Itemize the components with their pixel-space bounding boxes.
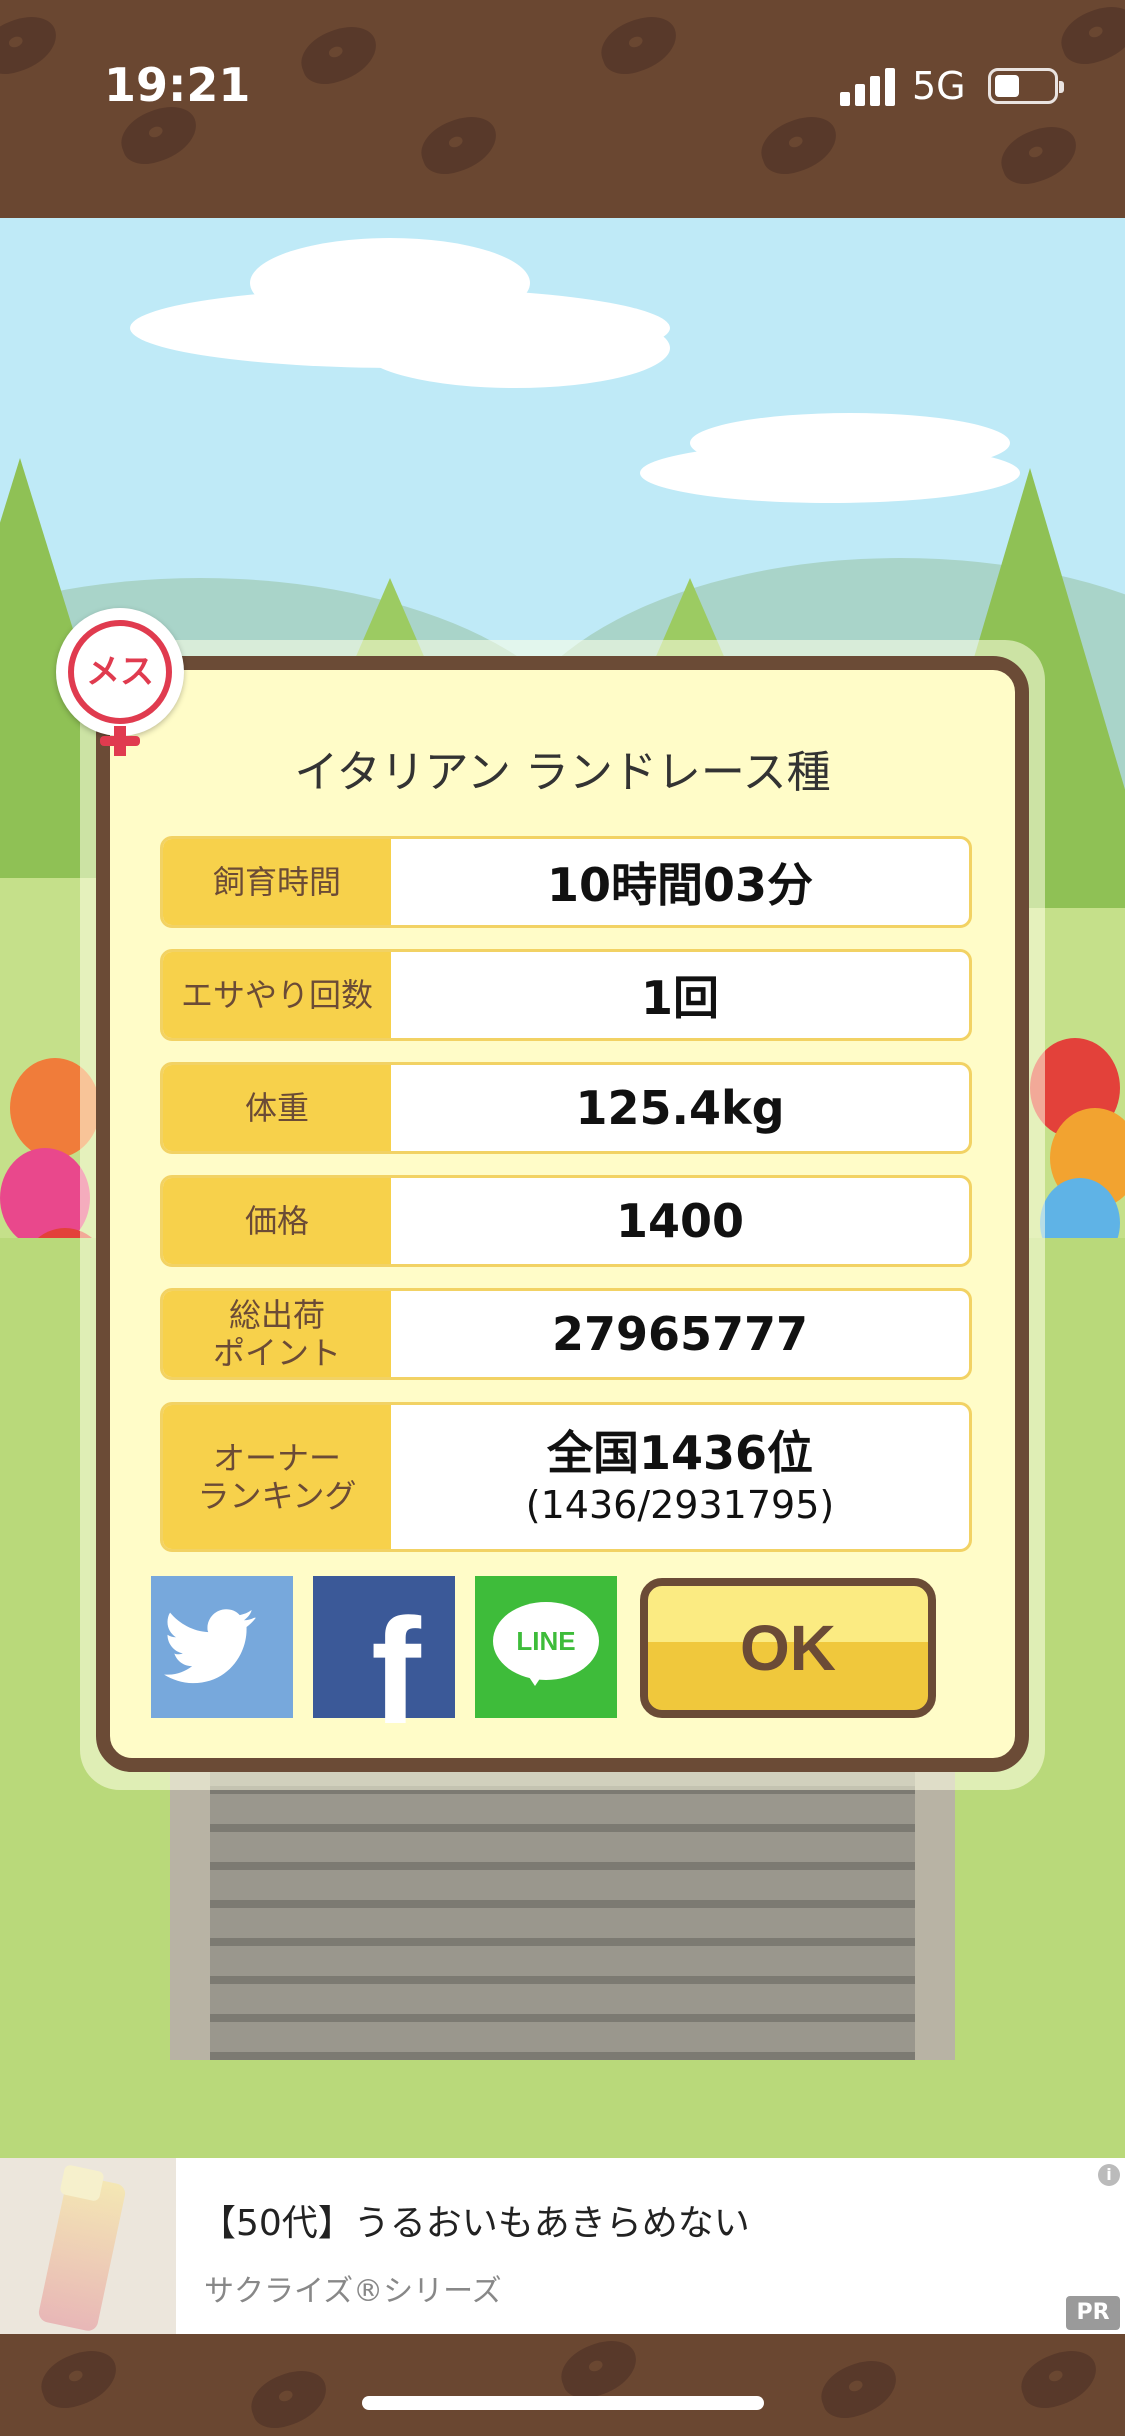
battery-icon xyxy=(988,68,1064,104)
home-indicator[interactable] xyxy=(362,2396,764,2410)
pebble-decoration xyxy=(1013,2342,1105,2416)
stat-label: 体重 xyxy=(163,1065,391,1151)
stat-label: エサやり回数 xyxy=(163,952,391,1038)
network-type: 5G xyxy=(912,64,966,108)
stat-row-feed-count: エサやり回数 1回 xyxy=(160,949,972,1041)
status-bar: 19:21 5G xyxy=(0,0,1125,218)
stat-value: 125.4kg xyxy=(575,1081,785,1135)
female-gender-badge: メス xyxy=(56,608,184,756)
stat-row-shipment-points: 総出荷 ポイント 27965777 xyxy=(160,1288,972,1380)
stat-row-owner-ranking: オーナー ランキング 全国1436位 (1436/2931795) xyxy=(160,1402,972,1552)
bottom-band xyxy=(0,2334,1125,2436)
stat-value: 全国1436位 (1436/2931795) xyxy=(391,1405,969,1549)
ok-label: OK xyxy=(740,1612,836,1684)
pebble-decoration xyxy=(243,2362,335,2436)
status-time: 19:21 xyxy=(104,58,251,112)
stat-value: 1回 xyxy=(640,971,719,1025)
stat-value: 10時間03分 xyxy=(546,858,814,912)
pebble-decoration xyxy=(33,2342,125,2416)
ad-product-image xyxy=(0,2158,176,2334)
stat-row-price: 価格 1400 xyxy=(160,1175,972,1267)
pebble-decoration xyxy=(1053,0,1125,72)
stat-label: 価格 xyxy=(163,1178,391,1264)
ad-banner[interactable]: 【50代】うるおいもあきらめない サクライズ®シリーズ PR i xyxy=(0,2158,1125,2334)
pebble-decoration xyxy=(0,8,65,82)
cloud xyxy=(690,413,1010,473)
cloud xyxy=(360,308,670,388)
ad-title: 【50代】うるおいもあきらめない xyxy=(200,2203,750,2244)
twitter-share-button[interactable] xyxy=(151,1576,293,1718)
twitter-bird-icon xyxy=(164,1609,256,1684)
result-dialog: イタリアン ランドレース種 飼育時間 10時間03分 エサやり回数 1回 体重 … xyxy=(96,656,1029,1772)
stat-label: 総出荷 ポイント xyxy=(163,1291,391,1377)
ad-info-icon[interactable]: i xyxy=(1098,2164,1120,2186)
stat-value: 27965777 xyxy=(551,1307,809,1361)
signal-strength-icon xyxy=(840,66,900,106)
stat-label: 飼育時間 xyxy=(163,839,391,925)
pebble-decoration xyxy=(293,18,385,92)
stat-label: オーナー ランキング xyxy=(163,1405,391,1549)
pebble-decoration xyxy=(753,108,845,182)
stat-row-raising-time: 飼育時間 10時間03分 xyxy=(160,836,972,928)
gender-label: メス xyxy=(86,652,154,692)
facebook-f-icon: f xyxy=(371,1587,421,1755)
female-symbol-cross xyxy=(100,736,140,746)
ad-subtitle: サクライズ®シリーズ xyxy=(204,2274,502,2309)
pebble-decoration xyxy=(593,8,685,82)
ad-pr-badge: PR xyxy=(1066,2296,1120,2330)
ranking-value: 全国1436位 xyxy=(546,1425,814,1480)
ranking-detail: (1436/2931795) xyxy=(525,1483,835,1527)
facebook-share-button[interactable]: f xyxy=(313,1576,455,1746)
pebble-decoration xyxy=(413,108,505,182)
breed-title: イタリアン ランドレース種 xyxy=(294,747,831,798)
pebble-decoration xyxy=(813,2352,905,2426)
stat-value: 1400 xyxy=(615,1194,745,1248)
ok-button[interactable]: OK xyxy=(640,1578,936,1718)
stat-row-weight: 体重 125.4kg xyxy=(160,1062,972,1154)
line-label: LINE xyxy=(516,1626,576,1656)
pebble-decoration xyxy=(993,118,1085,192)
line-share-button[interactable]: LINE xyxy=(475,1576,617,1718)
